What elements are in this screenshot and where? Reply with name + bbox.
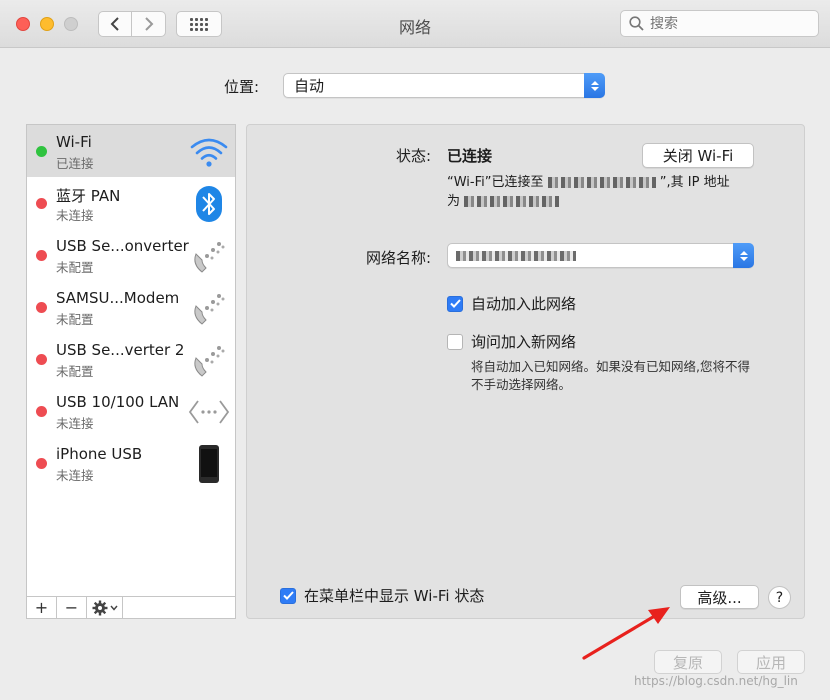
advanced-button[interactable]: 高级... [680, 585, 759, 609]
service-status: 未配置 [56, 312, 94, 327]
service-status: 未连接 [56, 468, 94, 483]
auto-join-checkbox[interactable]: 自动加入此网络 [447, 293, 576, 314]
phone-icon [187, 287, 231, 329]
search-icon [629, 16, 644, 31]
status-dot [36, 146, 47, 157]
service-item-samsung-modem[interactable]: SAMSU...Modem 未配置 [27, 281, 235, 333]
service-name: USB Se...verter 2 [56, 341, 185, 359]
action-menu-button[interactable] [87, 597, 123, 618]
checkmark-icon [447, 295, 463, 312]
network-preferences-window: 网络 位置: 自动 Wi-Fi 已连接 蓝 [0, 0, 830, 700]
network-name-label: 网络名称: [365, 249, 431, 267]
search-field[interactable] [620, 10, 819, 37]
service-name: USB 10/100 LAN [56, 393, 180, 411]
service-item-usb-lan[interactable]: USB 10/100 LAN 未连接 [27, 385, 235, 437]
description-line2-prefix: 为 [447, 194, 461, 209]
description-prefix: “Wi-Fi”已连接至 [447, 175, 544, 190]
search-input[interactable] [650, 15, 810, 32]
status-label: 状态: [395, 147, 431, 165]
service-item-usb-serial-converter-2[interactable]: USB Se...verter 2 未配置 [27, 333, 235, 385]
help-button[interactable]: ? [768, 586, 791, 609]
location-value: 自动 [294, 77, 325, 95]
service-item-wifi[interactable]: Wi-Fi 已连接 [27, 125, 235, 177]
service-status: 未配置 [56, 364, 94, 379]
service-name: Wi-Fi [56, 133, 92, 151]
service-status: 已连接 [56, 156, 94, 171]
service-name: SAMSU...Modem [56, 289, 180, 307]
show-menu-bar-label: 在菜单栏中显示 Wi-Fi 状态 [304, 587, 485, 605]
redacted-network-name [547, 177, 656, 188]
popup-arrows-icon [584, 73, 605, 98]
add-service-button[interactable]: + [27, 597, 57, 618]
iphone-icon [187, 443, 231, 485]
service-name: iPhone USB [56, 445, 143, 463]
service-status: 未连接 [56, 416, 94, 431]
bluetooth-icon [187, 183, 231, 225]
redacted-network-value [456, 250, 576, 261]
show-menu-bar-checkbox[interactable]: 在菜单栏中显示 Wi-Fi 状态 [280, 585, 484, 606]
ask-to-join-label: 询问加入新网络 [471, 333, 577, 351]
gear-icon [92, 600, 107, 615]
ask-to-join-hint: 将自动加入已知网络。如果没有已知网络,您将不得不手动选择网络。 [471, 359, 750, 392]
phone-icon [187, 339, 231, 381]
connection-description: “Wi-Fi”已连接至 ”,其 IP 地址 为 [447, 173, 767, 211]
description-middle: ”,其 IP 地址 [659, 175, 730, 190]
service-item-bluetooth-pan[interactable]: 蓝牙 PAN 未连接 [27, 177, 235, 229]
location-label: 位置: [224, 78, 260, 96]
status-value: 已连接 [447, 147, 493, 165]
wifi-detail-panel: 状态: 已连接 关闭 Wi-Fi “Wi-Fi”已连接至 ”,其 IP 地址 为… [246, 124, 805, 619]
ask-to-join-checkbox[interactable]: 询问加入新网络 [447, 331, 576, 352]
watermark: https://blog.csdn.net/hg_lin [634, 674, 798, 688]
revert-button[interactable]: 复原 [654, 650, 722, 674]
status-dot [36, 406, 47, 417]
status-dot [36, 354, 47, 365]
status-dot [36, 302, 47, 313]
checkmark-icon [280, 587, 296, 604]
ethernet-icon [187, 391, 231, 433]
service-status: 未配置 [56, 260, 94, 275]
status-dot [36, 458, 47, 469]
service-list-toolbar: + − [26, 597, 236, 619]
popup-arrows-icon [733, 243, 754, 268]
chevron-down-icon [109, 605, 118, 611]
phone-icon [187, 235, 231, 277]
redacted-ip-address [464, 196, 560, 207]
status-dot [36, 198, 47, 209]
auto-join-label: 自动加入此网络 [471, 295, 577, 313]
service-status: 未连接 [56, 208, 94, 223]
location-popup[interactable]: 自动 [283, 73, 605, 98]
turn-off-wifi-button[interactable]: 关闭 Wi-Fi [642, 143, 754, 168]
service-name: 蓝牙 PAN [56, 187, 121, 205]
service-item-usb-serial-converter[interactable]: USB Se...onverter 未配置 [27, 229, 235, 281]
service-item-iphone-usb[interactable]: iPhone USB 未连接 [27, 437, 235, 489]
service-list[interactable]: Wi-Fi 已连接 蓝牙 PAN 未连接 USB Se...onverter 未… [26, 124, 236, 597]
network-name-popup[interactable] [447, 243, 754, 268]
status-dot [36, 250, 47, 261]
remove-service-button[interactable]: − [57, 597, 87, 618]
wifi-icon [187, 131, 231, 173]
service-name: USB Se...onverter [56, 237, 189, 255]
checkbox-empty-icon [447, 333, 463, 350]
title-bar: 网络 [0, 0, 830, 48]
apply-button[interactable]: 应用 [737, 650, 805, 674]
